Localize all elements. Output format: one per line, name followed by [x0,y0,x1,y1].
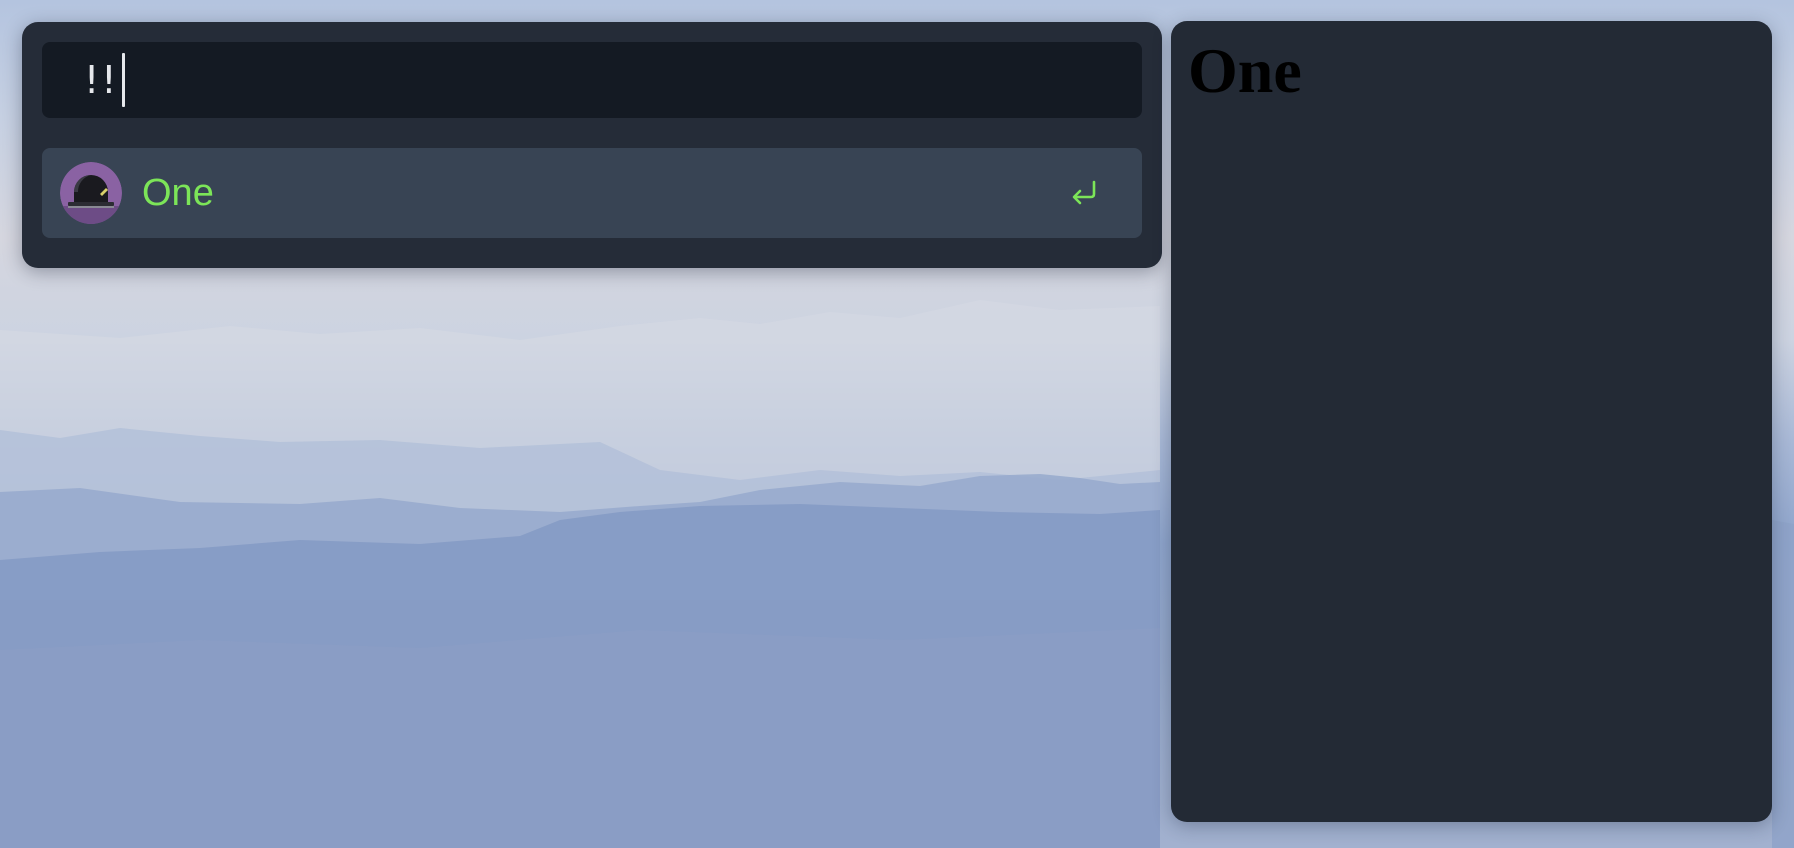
app-avatar-icon [60,162,122,224]
result-item[interactable]: One [42,148,1142,238]
search-bar[interactable]: !! [42,42,1142,118]
result-label: One [142,171,214,214]
enter-return-icon [1070,180,1098,206]
text-caret [122,53,126,107]
launcher-window: !! One [22,22,1162,268]
preview-heading: One [1188,35,1302,106]
preview-panel: One [1171,21,1772,822]
search-input[interactable]: !! [84,61,118,99]
